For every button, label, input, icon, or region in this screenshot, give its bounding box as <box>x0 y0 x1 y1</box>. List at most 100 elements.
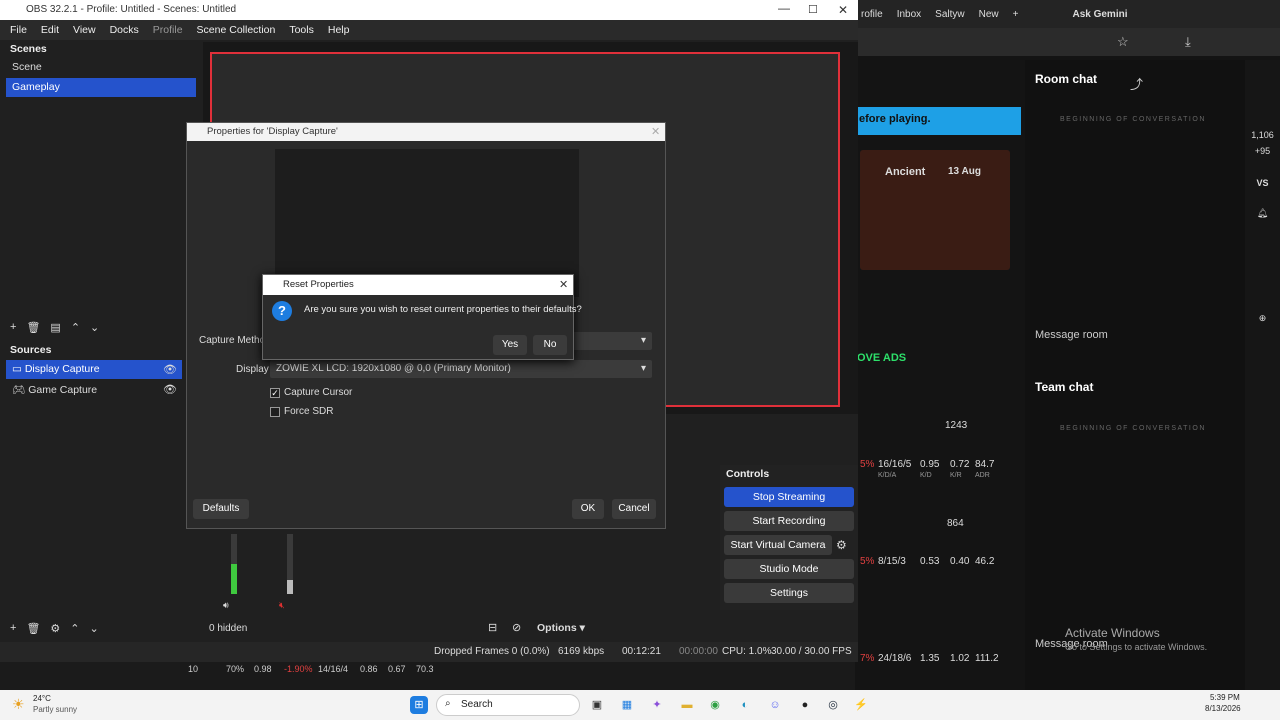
ask-gemini-button[interactable]: Ask Gemini <box>1072 9 1127 20</box>
browser-toolbar: ☆ ⤓ <box>855 28 1280 56</box>
download-icon[interactable]: ⤓ <box>1185 34 1191 50</box>
title-bar: OBS 32.2.1 - Profile: Untitled - Scenes:… <box>0 0 858 20</box>
eye-icon[interactable]: 👁︎ <box>163 383 177 396</box>
display-select[interactable]: ZOWIE XL LCD: 1920x1080 @ 0,0 (Primary M… <box>270 360 652 378</box>
discord-icon[interactable]: ☺ <box>766 696 784 714</box>
weather-icon[interactable]: ☀ <box>12 696 25 713</box>
close-icon[interactable]: ✕ <box>838 3 848 17</box>
start-recording-button[interactable]: Start Recording <box>724 511 854 531</box>
cancel-button[interactable]: Cancel <box>612 499 656 519</box>
gear-icon[interactable]: ⚙ <box>50 622 60 635</box>
share-icon[interactable]: ⤴ <box>1130 74 1143 93</box>
kr-1: 0.72 <box>950 459 970 470</box>
strip-val: 10 <box>188 664 199 674</box>
scene-item[interactable]: Scene <box>0 58 196 77</box>
no-button[interactable]: No <box>533 335 567 355</box>
tab-new[interactable]: New <box>979 9 999 20</box>
tab-profile[interactable]: rofile <box>861 9 883 20</box>
defaults-button[interactable]: Defaults <box>193 499 249 519</box>
virtual-camera-gear-icon[interactable]: ⚙ <box>836 538 847 552</box>
file-explorer-icon[interactable]: ▣ <box>588 696 606 714</box>
minimize-icon[interactable]: — <box>778 1 790 15</box>
chrome-icon[interactable]: ◉ <box>706 696 724 714</box>
stop-streaming-button[interactable]: Stop Streaming <box>724 487 854 507</box>
pct-3: 7% <box>860 653 875 664</box>
move-up-icon[interactable]: ⌃ <box>71 321 80 334</box>
display-label: Display <box>236 364 269 375</box>
menu-profile[interactable]: Profile <box>153 24 183 36</box>
steam-icon[interactable]: ◎ <box>824 696 842 714</box>
taskbar: ☀ 24°C Partly sunny ⊞ ⌕ Search ▣ ▦ ✦ ▬ ◉… <box>0 690 1280 720</box>
cpu-usage: CPU: 1.0% <box>722 646 772 657</box>
scene-item-selected[interactable]: Gameplay <box>6 78 196 97</box>
source-label: Display Capture <box>24 363 100 375</box>
room-convo-start: BEGINNING OF CONVERSATION <box>1060 116 1206 123</box>
link-icon[interactable]: ⊘ <box>512 621 521 634</box>
move-down-icon[interactable]: ⌄ <box>90 321 99 334</box>
add-source-icon[interactable]: + <box>10 622 16 634</box>
remove-source-icon[interactable]: 🗑︎ <box>26 622 40 635</box>
maximize-icon[interactable]: ☐ <box>808 3 818 16</box>
layout-icon[interactable]: ⊟ <box>488 621 497 634</box>
weather-desc: Partly sunny <box>33 705 78 714</box>
map-name: Ancient <box>885 166 926 178</box>
volume-muted-icon[interactable]: 🔇︎ <box>279 600 285 611</box>
capture-cursor-checkbox[interactable]: ✓ <box>270 388 280 398</box>
options-button[interactable]: Options ▾ <box>537 622 585 634</box>
start-icon[interactable]: ⊞ <box>410 696 428 714</box>
menu-tools[interactable]: Tools <box>289 24 314 36</box>
menu-docks[interactable]: Docks <box>110 24 139 36</box>
bell-icon[interactable]: 🔔︎ <box>1245 208 1280 219</box>
source-item-selected[interactable]: ▭ Display Capture <box>6 360 182 379</box>
activate-windows-title: Activate Windows <box>1065 626 1160 640</box>
move-down-icon[interactable]: ⌄ <box>90 622 99 635</box>
studio-mode-button[interactable]: Studio Mode <box>724 559 854 579</box>
star-icon[interactable]: ☆ <box>1117 34 1129 50</box>
kd-label: K/D <box>920 472 932 479</box>
menu-scene-collection[interactable]: Scene Collection <box>197 24 276 36</box>
strip-val: 14/16/4 <box>318 664 349 674</box>
volume-icon[interactable]: 🔊︎ <box>223 600 229 611</box>
start-virtual-camera-button[interactable]: Start Virtual Camera <box>724 535 832 555</box>
close-icon[interactable]: ✕ <box>651 125 660 138</box>
move-up-icon[interactable]: ⌃ <box>70 622 79 635</box>
search-box[interactable]: ⌕ Search <box>436 694 580 716</box>
scenes-header: Scenes <box>10 43 47 55</box>
kda-3: 24/18/6 <box>878 653 912 664</box>
faceit-icon[interactable]: ⚡ <box>852 696 870 714</box>
remove-scene-icon[interactable]: 🗑︎ <box>26 321 40 334</box>
menu-view[interactable]: View <box>73 24 96 36</box>
store-icon[interactable]: ▦ <box>618 696 636 714</box>
filter-icon[interactable]: ▤ <box>50 321 60 334</box>
menu-help[interactable]: Help <box>328 24 350 36</box>
source-item[interactable]: 🎮︎ Game Capture <box>6 380 182 399</box>
yes-button[interactable]: Yes <box>493 335 527 355</box>
room-message-input[interactable]: Message room <box>1035 329 1108 341</box>
chat-panel: Room chat ⤴ BEGINNING OF CONVERSATION Me… <box>1025 60 1245 690</box>
side-vs: VS <box>1256 178 1269 188</box>
edge-icon[interactable]: ◐ <box>736 696 754 714</box>
settings-button[interactable]: Settings <box>724 583 854 603</box>
strip-val: 0.67 <box>388 664 406 674</box>
background-stats-strip: 10 70% 0.98 -1.90% 14/16/4 0.86 0.67 70.… <box>180 662 855 690</box>
add-icon[interactable]: ⊕ <box>1245 313 1280 324</box>
remove-ads-link[interactable]: OVE ADS <box>857 352 906 364</box>
options-label: Options <box>537 622 577 634</box>
room-chat-title: Room chat <box>1035 72 1098 86</box>
copilot-icon[interactable]: ✦ <box>648 696 666 714</box>
menu-edit[interactable]: Edit <box>41 24 59 36</box>
folder-icon[interactable]: ▬ <box>678 696 696 714</box>
menu-file[interactable]: File <box>10 24 27 36</box>
controls-panel: Controls Stop Streaming Start Recording … <box>720 465 858 610</box>
new-tab-icon[interactable]: + <box>1013 9 1019 20</box>
ok-button[interactable]: OK <box>572 499 604 519</box>
obs-icon[interactable]: ● <box>796 696 814 714</box>
add-scene-icon[interactable]: + <box>10 321 16 333</box>
tab-salty[interactable]: Saltyw <box>935 9 964 20</box>
eye-icon[interactable]: 👁︎ <box>163 363 177 376</box>
match-card[interactable]: Ancient 13 Aug <box>860 150 1010 270</box>
tab-inbox[interactable]: Inbox <box>897 9 921 20</box>
close-icon[interactable]: ✕ <box>559 278 568 291</box>
reset-dialog: Reset Properties ✕ ? Are you sure you wi… <box>262 274 582 360</box>
force-sdr-checkbox[interactable] <box>270 407 280 417</box>
